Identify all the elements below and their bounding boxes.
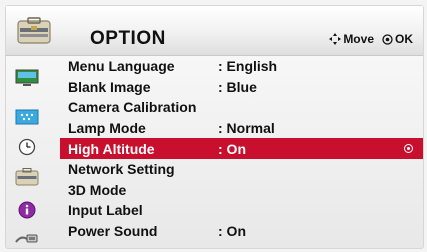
info-icon[interactable] bbox=[15, 201, 39, 219]
menu-item-value: : On bbox=[218, 223, 246, 240]
menu-item-network-setting[interactable]: Network Setting bbox=[60, 159, 423, 180]
screen-icon[interactable] bbox=[15, 108, 39, 126]
menu-item-label: Input Label bbox=[68, 202, 143, 219]
menu-item-menu-language[interactable]: Menu Language : English bbox=[60, 56, 423, 77]
page-title: OPTION bbox=[90, 28, 166, 49]
menu-item-high-altitude[interactable]: High Altitude : On bbox=[60, 138, 423, 159]
ok-hint-label: OK bbox=[395, 32, 413, 46]
ok-hint: OK bbox=[382, 32, 413, 46]
menu-item-label: Camera Calibration bbox=[68, 99, 197, 116]
menu-item-value: : English bbox=[218, 58, 278, 75]
menu-item-3d-mode[interactable]: 3D Mode bbox=[60, 180, 423, 201]
ok-circle-icon bbox=[382, 33, 393, 45]
navigation-hints: Move OK bbox=[321, 32, 413, 46]
clock-icon[interactable] bbox=[15, 138, 39, 156]
menu-item-value: : Blue bbox=[218, 78, 257, 95]
menu-item-label: Network Setting bbox=[68, 161, 175, 178]
toolbox-icon bbox=[17, 17, 51, 44]
menu-item-label: Blank Image bbox=[68, 78, 151, 95]
menu-item-value: : On bbox=[218, 140, 246, 157]
four-way-arrow-icon bbox=[329, 33, 342, 45]
menu-item-blank-image[interactable]: Blank Image : Blue bbox=[60, 77, 423, 98]
menu-item-label: Lamp Mode bbox=[68, 120, 146, 137]
menu-item-label: Power Sound bbox=[68, 223, 158, 240]
option-menu: Menu Language : English Blank Image : Bl… bbox=[60, 56, 423, 241]
menu-item-power-sound[interactable]: Power Sound : On bbox=[60, 221, 423, 242]
category-sidebar bbox=[6, 56, 50, 248]
monitor-icon[interactable] bbox=[15, 69, 39, 87]
menu-item-input-label[interactable]: Input Label bbox=[60, 200, 423, 221]
menu-item-lamp-mode[interactable]: Lamp Mode : Normal bbox=[60, 118, 423, 139]
osd-panel: OPTION Move OK Menu Language: English B… bbox=[5, 5, 424, 249]
menu-item-label: Menu Language bbox=[68, 58, 175, 75]
selected-radio-icon bbox=[404, 144, 413, 154]
menu-item-label: High Altitude bbox=[68, 140, 155, 157]
toolbox-icon[interactable] bbox=[15, 168, 39, 186]
menu-item-value: : Normal bbox=[218, 120, 275, 137]
move-hint-label: Move bbox=[343, 32, 374, 46]
menu-item-camera-calibration[interactable]: Camera Calibration bbox=[60, 97, 423, 118]
cable-icon[interactable] bbox=[15, 230, 39, 248]
header-bar: OPTION Move OK bbox=[6, 6, 423, 56]
menu-item-label: 3D Mode bbox=[68, 181, 127, 198]
move-hint: Move bbox=[329, 32, 374, 46]
